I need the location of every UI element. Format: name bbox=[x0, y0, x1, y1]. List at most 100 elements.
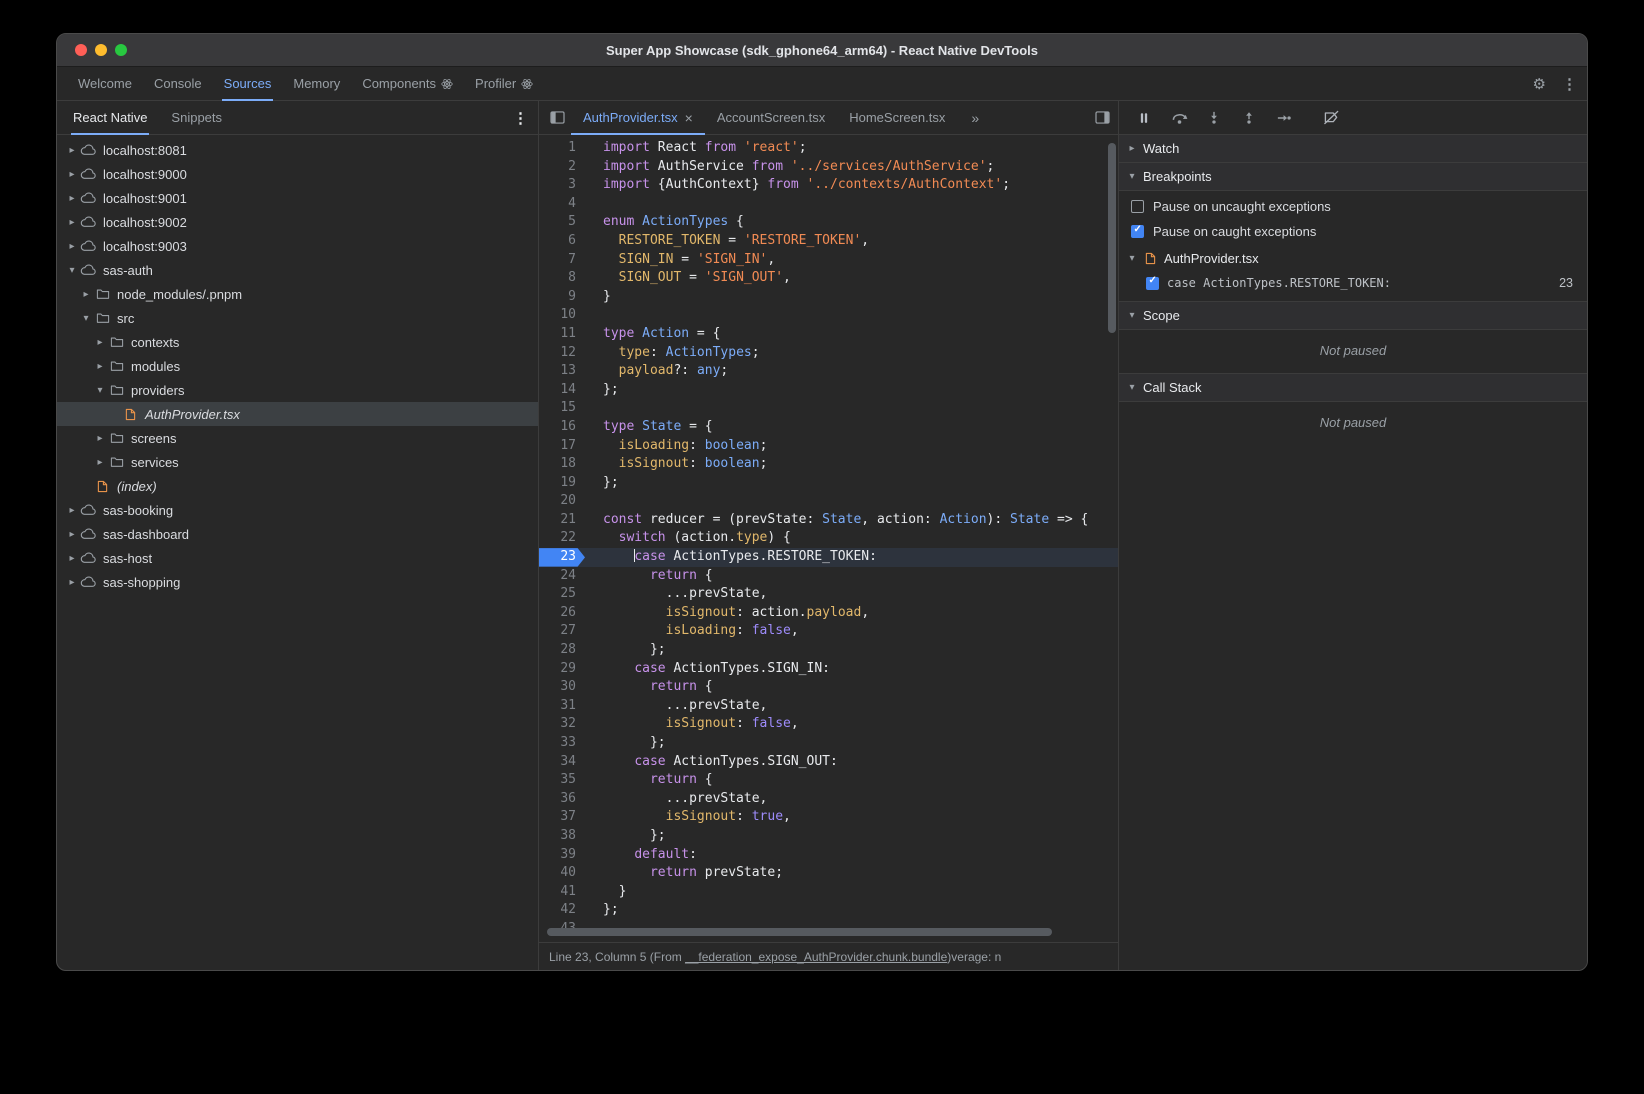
tree-expander-icon[interactable]: ▸ bbox=[65, 553, 79, 564]
code-line[interactable]: 13 payload?: any; bbox=[539, 362, 1118, 381]
breakpoint-marker[interactable]: 23 bbox=[539, 548, 585, 567]
code-line[interactable]: 3import {AuthContext} from '../contexts/… bbox=[539, 176, 1118, 195]
code-line[interactable]: 28 }; bbox=[539, 641, 1118, 660]
step-icon[interactable] bbox=[1275, 110, 1293, 126]
line-number[interactable]: 19 bbox=[539, 474, 585, 493]
line-number[interactable]: 11 bbox=[539, 325, 585, 344]
code-line[interactable]: 1import React from 'react'; bbox=[539, 139, 1118, 158]
line-number[interactable]: 39 bbox=[539, 846, 585, 865]
line-number[interactable]: 32 bbox=[539, 715, 585, 734]
line-number[interactable]: 5 bbox=[539, 213, 585, 232]
tree-item[interactable]: ▸sas-booking bbox=[57, 498, 538, 522]
code-line[interactable]: 10 bbox=[539, 306, 1118, 325]
code-line[interactable]: 19}; bbox=[539, 474, 1118, 493]
pause-option-row[interactable]: Pause on uncaught exceptions bbox=[1119, 194, 1587, 219]
code-line[interactable]: 9} bbox=[539, 288, 1118, 307]
code-line[interactable]: 6 RESTORE_TOKEN = 'RESTORE_TOKEN', bbox=[539, 232, 1118, 251]
code-line[interactable]: 41 } bbox=[539, 883, 1118, 902]
code-line[interactable]: 31 ...prevState, bbox=[539, 697, 1118, 716]
tree-item[interactable]: ▾sas-auth bbox=[57, 258, 538, 282]
line-number[interactable]: 12 bbox=[539, 344, 585, 363]
chevron-right-icon[interactable]: ▸ bbox=[1127, 143, 1137, 154]
tree-item[interactable]: AuthProvider.tsx bbox=[57, 402, 538, 426]
line-number[interactable]: 38 bbox=[539, 827, 585, 846]
tab-snippets[interactable]: Snippets bbox=[159, 101, 234, 134]
code-line[interactable]: 30 return { bbox=[539, 678, 1118, 697]
tree-item[interactable]: (index) bbox=[57, 474, 538, 498]
editor-tab[interactable]: HomeScreen.tsx bbox=[837, 101, 957, 134]
line-number[interactable]: 22 bbox=[539, 529, 585, 548]
tab-console[interactable]: Console bbox=[143, 67, 213, 100]
show-debugger-icon[interactable] bbox=[1088, 101, 1116, 134]
code-line[interactable]: 4 bbox=[539, 195, 1118, 214]
tree-expander-icon[interactable]: ▸ bbox=[79, 289, 93, 300]
line-number[interactable]: 30 bbox=[539, 678, 585, 697]
line-number[interactable]: 20 bbox=[539, 492, 585, 511]
line-number[interactable]: 15 bbox=[539, 399, 585, 418]
code-line[interactable]: 38 }; bbox=[539, 827, 1118, 846]
code-line[interactable]: 14}; bbox=[539, 381, 1118, 400]
source-origin-link[interactable]: __federation_expose_AuthProvider.chunk.b… bbox=[685, 950, 947, 964]
tree-expander-icon[interactable]: ▸ bbox=[65, 217, 79, 228]
breakpoint-checkbox[interactable] bbox=[1146, 277, 1159, 290]
settings-gear-icon[interactable]: ⚙ bbox=[1533, 75, 1546, 93]
line-number[interactable]: 40 bbox=[539, 864, 585, 883]
line-number[interactable]: 42 bbox=[539, 901, 585, 920]
tree-item[interactable]: ▸localhost:9001 bbox=[57, 186, 538, 210]
more-menu-icon[interactable]: ⋮ bbox=[1562, 75, 1577, 93]
code-line[interactable]: 25 ...prevState, bbox=[539, 585, 1118, 604]
code-line[interactable]: 12 type: ActionTypes; bbox=[539, 344, 1118, 363]
code-line[interactable]: 5enum ActionTypes { bbox=[539, 213, 1118, 232]
pause-option-row[interactable]: Pause on caught exceptions bbox=[1119, 219, 1587, 244]
code-line[interactable]: 33 }; bbox=[539, 734, 1118, 753]
tree-expander-icon[interactable]: ▸ bbox=[65, 169, 79, 180]
tree-expander-icon[interactable]: ▸ bbox=[65, 145, 79, 156]
line-number[interactable]: 17 bbox=[539, 437, 585, 456]
code-line[interactable]: 27 isLoading: false, bbox=[539, 622, 1118, 641]
code-line[interactable]: 2import AuthService from '../services/Au… bbox=[539, 158, 1118, 177]
tab-memory[interactable]: Memory bbox=[282, 67, 351, 100]
tree-item[interactable]: ▸localhost:8081 bbox=[57, 138, 538, 162]
tree-item[interactable]: ▸screens bbox=[57, 426, 538, 450]
tree-item[interactable]: ▾src bbox=[57, 306, 538, 330]
tree-item[interactable]: ▸sas-shopping bbox=[57, 570, 538, 594]
line-number[interactable]: 7 bbox=[539, 251, 585, 270]
chevron-down-icon[interactable]: ▾ bbox=[1127, 310, 1137, 321]
breakpoints-section-header[interactable]: ▾ Breakpoints bbox=[1119, 163, 1587, 191]
tree-expander-icon[interactable]: ▸ bbox=[65, 529, 79, 540]
deactivate-breakpoints-icon[interactable] bbox=[1322, 110, 1340, 126]
editor-tab[interactable]: AuthProvider.tsx× bbox=[571, 101, 705, 134]
code-line[interactable]: 40 return prevState; bbox=[539, 864, 1118, 883]
tree-item[interactable]: ▸contexts bbox=[57, 330, 538, 354]
more-tabs-icon[interactable]: » bbox=[957, 110, 994, 126]
line-number[interactable]: 37 bbox=[539, 808, 585, 827]
tree-expander-icon[interactable]: ▸ bbox=[65, 193, 79, 204]
tree-item[interactable]: ▾providers bbox=[57, 378, 538, 402]
tree-item[interactable]: ▸localhost:9002 bbox=[57, 210, 538, 234]
line-number[interactable]: 24 bbox=[539, 567, 585, 586]
scope-section-header[interactable]: ▾ Scope bbox=[1119, 302, 1587, 330]
code-line[interactable]: 42}; bbox=[539, 901, 1118, 920]
code-line[interactable]: 34 case ActionTypes.SIGN_OUT: bbox=[539, 753, 1118, 772]
code-line[interactable]: 11type Action = { bbox=[539, 325, 1118, 344]
code-line[interactable]: 18 isSignout: boolean; bbox=[539, 455, 1118, 474]
checkbox[interactable] bbox=[1131, 200, 1144, 213]
line-number[interactable]: 13 bbox=[539, 362, 585, 381]
code-line[interactable]: 8 SIGN_OUT = 'SIGN_OUT', bbox=[539, 269, 1118, 288]
chevron-down-icon[interactable]: ▾ bbox=[1127, 171, 1137, 182]
pause-icon[interactable] bbox=[1135, 110, 1153, 126]
code-editor[interactable]: 1import React from 'react';2import AuthS… bbox=[539, 135, 1118, 942]
tree-expander-icon[interactable]: ▾ bbox=[65, 265, 79, 276]
editor-tab[interactable]: AccountScreen.tsx bbox=[705, 101, 837, 134]
line-number[interactable]: 10 bbox=[539, 306, 585, 325]
zoom-window-button[interactable] bbox=[115, 44, 127, 56]
vertical-scrollbar[interactable] bbox=[1108, 143, 1116, 333]
tab-profiler[interactable]: Profiler bbox=[464, 67, 544, 100]
code-line[interactable]: 37 isSignout: true, bbox=[539, 808, 1118, 827]
minimize-window-button[interactable] bbox=[95, 44, 107, 56]
code-line[interactable]: 7 SIGN_IN = 'SIGN_IN', bbox=[539, 251, 1118, 270]
line-number[interactable]: 33 bbox=[539, 734, 585, 753]
line-number[interactable]: 27 bbox=[539, 622, 585, 641]
tree-item[interactable]: ▸localhost:9003 bbox=[57, 234, 538, 258]
tree-item[interactable]: ▸localhost:9000 bbox=[57, 162, 538, 186]
